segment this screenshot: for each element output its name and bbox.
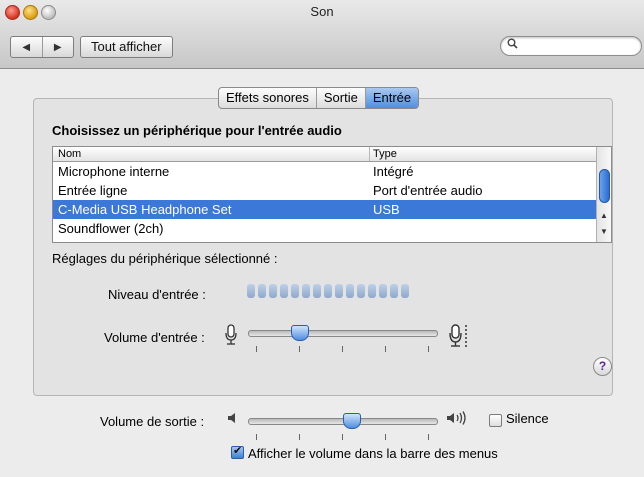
slider-tick <box>299 346 300 352</box>
device-name: C-Media USB Headphone Set <box>58 202 232 217</box>
input-level-meter <box>247 284 409 298</box>
device-type: Intégré <box>373 164 414 179</box>
slider-tick <box>256 434 257 440</box>
input-device-table: Nom Type Microphone interne Intégré Entr… <box>52 146 612 243</box>
level-meter-segment <box>368 284 376 298</box>
microphone-high-icon <box>449 323 471 354</box>
device-name: Entrée ligne <box>58 183 128 198</box>
slider-tick <box>256 346 257 352</box>
input-level-label: Niveau d'entrée : <box>108 287 206 302</box>
mute-checkbox[interactable] <box>489 414 502 427</box>
column-header-type[interactable]: Type <box>373 147 397 161</box>
show-all-button[interactable]: Tout afficher <box>80 36 173 58</box>
table-row-selected[interactable]: C-Media USB Headphone Set USB <box>53 200 597 219</box>
speaker-high-icon <box>446 411 468 428</box>
microphone-low-icon <box>223 323 239 352</box>
preferences-window: Son ◀ ▶ Tout afficher Effets sonores Sor… <box>0 0 644 477</box>
level-meter-segment <box>390 284 398 298</box>
slider-tick <box>428 434 429 440</box>
level-meter-segment <box>335 284 343 298</box>
output-volume-label: Volume de sortie : <box>100 414 205 429</box>
device-settings-label: Réglages du périphérique sélectionné : <box>52 251 278 266</box>
slider-tick <box>428 346 429 352</box>
input-volume-ticks <box>248 346 436 352</box>
level-meter-segment <box>247 284 255 298</box>
table-scrollbar[interactable]: ▲ ▼ <box>596 147 611 242</box>
level-meter-segment <box>357 284 365 298</box>
level-meter-segment <box>269 284 277 298</box>
level-meter-segment <box>291 284 299 298</box>
level-meter-segment <box>401 284 409 298</box>
back-button[interactable]: ◀ <box>11 37 43 57</box>
slider-tick <box>299 434 300 440</box>
slider-tick <box>342 434 343 440</box>
toolbar: Son ◀ ▶ Tout afficher <box>0 0 644 69</box>
scroll-up-arrow-icon[interactable]: ▲ <box>597 209 611 223</box>
input-volume-label: Volume d'entrée : <box>104 330 205 345</box>
mute-label[interactable]: Silence <box>506 411 549 426</box>
slider-tick <box>385 434 386 440</box>
output-volume-ticks <box>248 434 436 440</box>
table-header: Nom Type <box>53 147 597 162</box>
level-meter-segment <box>379 284 387 298</box>
level-meter-segment <box>302 284 310 298</box>
level-meter-segment <box>324 284 332 298</box>
tab-input[interactable]: Entrée <box>365 88 419 108</box>
forward-arrow-icon: ▶ <box>53 41 62 53</box>
level-meter-segment <box>280 284 288 298</box>
show-volume-in-menubar-label[interactable]: Afficher le volume dans la barre des men… <box>248 446 498 461</box>
table-rows: Microphone interne Intégré Entrée ligne … <box>53 162 597 238</box>
device-name: Microphone interne <box>58 164 170 179</box>
show-volume-in-menubar-checkbox[interactable] <box>231 444 244 459</box>
tab-sound-effects[interactable]: Effets sonores <box>219 88 317 108</box>
scroll-down-arrow-icon[interactable]: ▼ <box>597 225 611 239</box>
tab-output[interactable]: Sortie <box>317 88 366 108</box>
table-row[interactable]: Entrée ligne Port d'entrée audio <box>53 181 597 200</box>
level-meter-segment <box>258 284 266 298</box>
slider-tick <box>342 346 343 352</box>
device-name: Soundflower (2ch) <box>58 221 164 236</box>
device-type: USB <box>373 202 400 217</box>
search-icon <box>507 38 518 52</box>
level-meter-segment <box>346 284 354 298</box>
forward-button[interactable]: ▶ <box>43 37 74 57</box>
output-volume-slider-thumb[interactable] <box>343 413 361 429</box>
column-header-name[interactable]: Nom <box>58 147 81 161</box>
table-row[interactable]: Soundflower (2ch) <box>53 219 597 238</box>
device-type: Port d'entrée audio <box>373 183 483 198</box>
slider-tick <box>385 346 386 352</box>
search-field[interactable] <box>500 36 642 56</box>
back-arrow-icon: ◀ <box>22 41 31 53</box>
speaker-low-icon <box>227 411 241 428</box>
scrollbar-thumb[interactable] <box>599 169 610 203</box>
table-row[interactable]: Microphone interne Intégré <box>53 162 597 181</box>
input-volume-slider-track[interactable] <box>248 330 438 337</box>
window-title: Son <box>310 4 334 19</box>
help-icon: ? <box>598 359 607 373</box>
level-meter-segment <box>313 284 321 298</box>
tab-bar: Effets sonores Sortie Entrée <box>218 87 420 109</box>
input-volume-slider-thumb[interactable] <box>291 325 309 341</box>
help-button[interactable]: ? <box>593 357 612 376</box>
column-divider <box>369 147 370 161</box>
section-title: Choisissez un périphérique pour l'entrée… <box>52 123 342 138</box>
navigation-buttons: ◀ ▶ <box>10 36 74 58</box>
